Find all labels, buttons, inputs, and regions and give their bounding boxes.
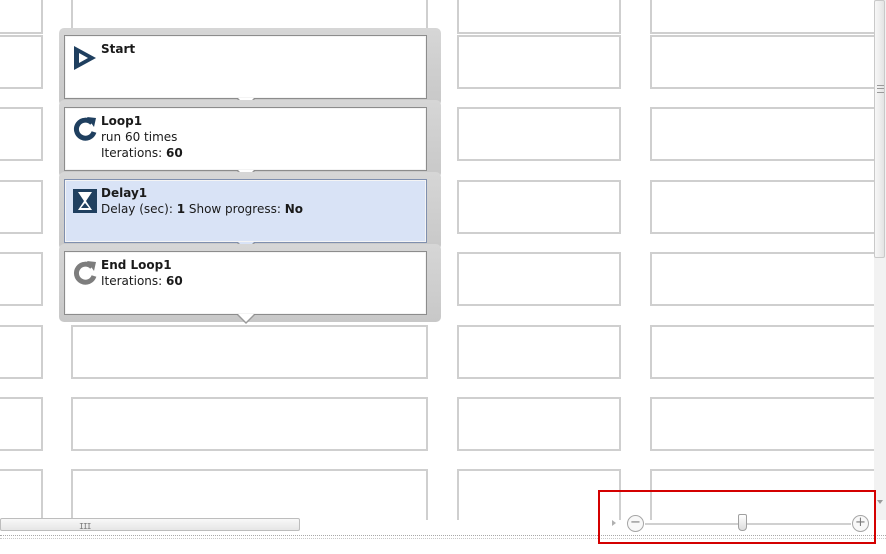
grid-cell-col-0 [0, 325, 43, 379]
grid-cell-col-0 [0, 252, 43, 306]
grid-cell-col-3 [650, 35, 879, 89]
grid-cell-col-0 [0, 0, 43, 34]
grid-cell-col-3 [650, 325, 879, 379]
grid-cell-col-2 [457, 325, 621, 379]
step-detail-line: Iterations: 60 [101, 274, 183, 288]
grid-cell-col-2 [457, 469, 621, 523]
horizontal-scroll-grip: III [79, 522, 91, 531]
workflow-step-delay1[interactable]: Delay1 Delay (sec): 1 Show progress: No [64, 179, 427, 252]
step-detail-line: run 60 times [101, 130, 178, 144]
zoom-control-highlight [598, 490, 876, 544]
grid-cell-col-1 [71, 397, 428, 451]
step-title: Start [101, 42, 136, 56]
grid-cell-col-2 [457, 252, 621, 306]
grid-cell-col-3 [650, 180, 879, 234]
grid-cell-col-2 [457, 107, 621, 161]
workflow-step-loop1[interactable]: Loop1 run 60 times Iterations: 60 [64, 107, 427, 180]
step-title: End Loop1 [101, 258, 172, 272]
end-loop-arrow-icon [71, 259, 99, 287]
grid-cell-col-0 [0, 180, 43, 234]
grid-cell-col-0 [0, 397, 43, 451]
grid-cell-col-2 [457, 180, 621, 234]
step-title: Loop1 [101, 114, 143, 128]
hourglass-icon [71, 187, 99, 215]
grid-cell-col-0 [0, 107, 43, 161]
grid-cell-col-0 [0, 35, 43, 89]
step-title: Delay1 [101, 186, 148, 200]
grid-cell-col-0 [0, 469, 43, 523]
grid-cell-col-1 [71, 469, 428, 523]
grid-cell-col-2 [457, 0, 621, 34]
grid-cell-col-3 [650, 107, 879, 161]
grid-cell-col-3 [650, 252, 879, 306]
step-connector-notch-fill [238, 314, 254, 322]
grid-cell-col-2 [457, 35, 621, 89]
workflow-designer-canvas[interactable]: Start Loop1 run 60 times Iterations: 60 Dela… [0, 0, 886, 554]
workflow-step-start[interactable]: Start [64, 35, 427, 108]
grid-cell-col-1 [71, 325, 428, 379]
play-triangle-icon [71, 43, 99, 71]
grid-cell-col-3 [650, 0, 879, 34]
grid-cell-col-2 [457, 397, 621, 451]
loop-arrow-icon [71, 115, 99, 143]
step-detail-line: Iterations: 60 [101, 146, 183, 160]
scroll-grip-icon [877, 85, 884, 93]
scroll-down-arrow-icon[interactable] [877, 500, 883, 504]
workflow-step-end-loop1[interactable]: End Loop1 Iterations: 60 [64, 251, 427, 324]
vertical-scrollbar[interactable] [874, 0, 886, 520]
horizontal-scrollbar-thumb[interactable] [0, 518, 300, 531]
grid-cell-col-3 [650, 397, 879, 451]
step-detail-line: Delay (sec): 1 Show progress: No [101, 202, 304, 216]
vertical-scroll-thumb[interactable] [874, 0, 885, 258]
